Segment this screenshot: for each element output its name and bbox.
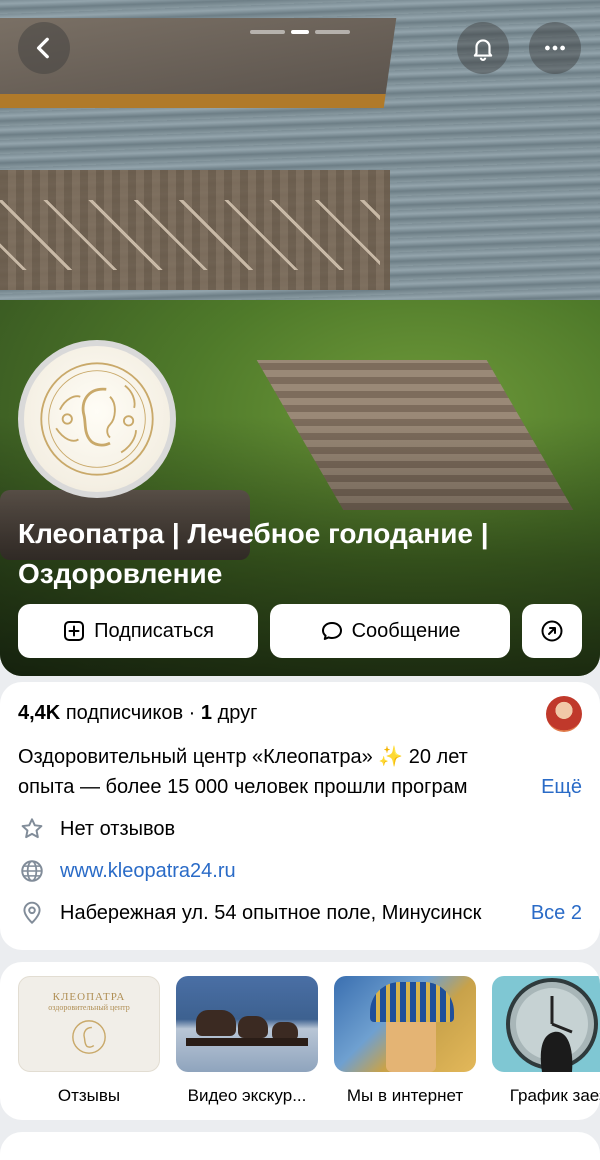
description-line-1: Оздоровительный центр «Клеопатра» ✨ 20 л… <box>18 746 468 768</box>
thumb-logo-sub: оздоровительный центр <box>48 1003 130 1012</box>
subscribers-word: подписчиков <box>65 702 184 724</box>
action-bar: Подписаться Сообщение <box>0 604 600 658</box>
highlight-thumb-internet <box>334 976 476 1072</box>
highlights-strip: КЛЕОПАТРА оздоровительный центр Отзывы В… <box>0 962 600 1120</box>
message-bubble-icon <box>321 622 342 640</box>
more-button[interactable] <box>529 22 581 74</box>
highlight-thumb-video <box>176 976 318 1072</box>
address-row[interactable]: Набережная ул. 54 опытное поле, Минусинс… <box>18 898 582 928</box>
highlight-schedule[interactable]: График заезд <box>492 976 600 1106</box>
arrow-up-right-circle-icon <box>541 620 563 642</box>
friends-word: друг <box>217 702 258 724</box>
address-text: Набережная ул. 54 опытное поле, Минусинс… <box>60 901 482 924</box>
highlight-thumb-reviews: КЛЕОПАТРА оздоровительный центр <box>18 976 160 1072</box>
stats-row[interactable]: 4,4K подписчиков · 1 друг <box>18 702 257 725</box>
page-dot <box>314 30 350 34</box>
show-more-link[interactable]: Ещё <box>511 772 582 802</box>
thumb-logo-title: КЛЕОПАТРА <box>52 991 126 1003</box>
next-section-card <box>0 1132 600 1160</box>
friends-count: 1 <box>200 702 213 724</box>
page-dot-active <box>291 30 309 34</box>
cover-pagination <box>250 30 350 34</box>
subscribe-button[interactable]: Подписаться <box>18 604 258 658</box>
highlight-reviews[interactable]: КЛЕОПАТРА оздоровительный центр Отзывы <box>18 976 160 1106</box>
cleopatra-emblem-icon <box>72 1020 106 1054</box>
chevron-left-icon <box>36 37 49 59</box>
highlight-label: График заезд <box>509 1086 600 1105</box>
all-addresses-link[interactable]: Все 2 <box>531 902 582 925</box>
bell-icon <box>473 39 493 61</box>
subscribers-count: 4,4K <box>18 702 61 724</box>
star-icon <box>18 815 46 843</box>
reviews-text: Нет отзывов <box>60 817 176 840</box>
plus-square-icon <box>64 621 85 641</box>
notifications-button[interactable] <box>457 22 509 74</box>
website-link[interactable]: www.kleopatra24.ru <box>60 860 236 883</box>
reviews-row[interactable]: Нет отзывов <box>18 814 582 844</box>
cleopatra-logo <box>24 346 170 492</box>
community-info: 4,4K подписчиков · 1 друг Оздоровительны… <box>0 682 600 950</box>
more-horizontal-icon <box>545 45 565 51</box>
back-button[interactable] <box>18 22 70 74</box>
subscribe-label: Подписаться <box>94 619 214 642</box>
friend-avatar[interactable] <box>546 696 582 732</box>
highlight-in-internet[interactable]: Мы в интернет <box>334 976 476 1106</box>
page-dot <box>250 30 286 34</box>
description[interactable]: Оздоровительный центр «Клеопатра» ✨ 20 л… <box>18 742 582 802</box>
website-row[interactable]: www.kleopatra24.ru <box>18 856 582 886</box>
description-line-2-text: опыта — более 15 000 человек прошли прог… <box>18 776 468 798</box>
community-title: Клеопатра | Лечебное голодание | Оздоров… <box>18 518 489 589</box>
cover-railing <box>0 200 380 270</box>
description-line-2: опыта — более 15 000 человек прошли прог… <box>18 772 582 802</box>
globe-icon <box>18 857 46 885</box>
highlight-label: Мы в интернет <box>346 1086 464 1105</box>
community-avatar[interactable] <box>18 340 176 498</box>
highlight-video-tour[interactable]: Видео экскур... <box>176 976 318 1106</box>
message-label: Сообщение <box>351 619 461 642</box>
message-button[interactable]: Сообщение <box>270 604 510 658</box>
location-pin-icon <box>18 899 46 927</box>
share-button[interactable] <box>522 604 582 658</box>
highlight-thumb-schedule <box>492 976 600 1072</box>
stats-separator: · <box>188 702 196 724</box>
highlight-label: Отзывы <box>57 1086 121 1105</box>
highlight-label: Видео экскур... <box>187 1086 307 1105</box>
clock-icon <box>506 978 598 1072</box>
